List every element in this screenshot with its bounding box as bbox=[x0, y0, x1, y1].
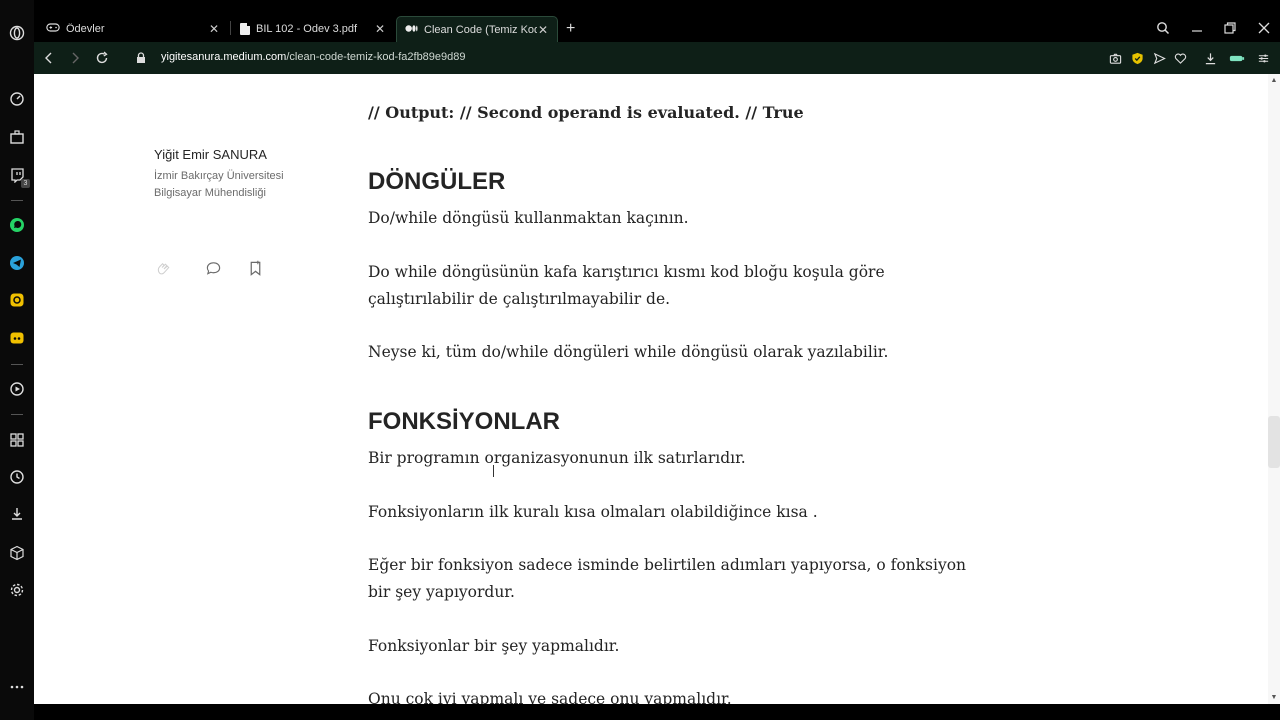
back-icon[interactable] bbox=[41, 50, 57, 66]
window-top-strip bbox=[0, 0, 1280, 14]
heading-loops: DÖNGÜLER bbox=[368, 168, 506, 195]
paragraph: Do while döngüsünün kafa karıştırıcı kıs… bbox=[368, 263, 885, 281]
author-panel: Yiğit Emir SANURA İzmir Bakırçay Ünivers… bbox=[154, 147, 284, 202]
restore-icon[interactable] bbox=[1215, 14, 1245, 42]
workspaces-icon[interactable] bbox=[8, 431, 26, 449]
bookmark-icon[interactable] bbox=[246, 259, 264, 277]
paragraph: Eğer bir fonksiyon sadece isminde belirt… bbox=[368, 556, 967, 574]
close-tab-icon[interactable]: ✕ bbox=[208, 22, 220, 36]
medium-icon bbox=[405, 24, 418, 36]
twitch-icon[interactable]: 3 bbox=[8, 166, 30, 188]
url-path: /clean-code-temiz-kod-fa2fb89e9d89 bbox=[286, 51, 466, 63]
author-bio-line: İzmir Bakırçay Üniversitesi bbox=[154, 170, 284, 182]
easy-setup-icon[interactable] bbox=[1256, 51, 1270, 65]
bookmark-heart-icon[interactable] bbox=[1173, 51, 1187, 65]
tab-label: BIL 102 - Odev 3.pdf bbox=[256, 23, 358, 35]
comment-icon[interactable] bbox=[204, 259, 222, 277]
instagram-icon[interactable] bbox=[8, 291, 26, 309]
minimize-icon[interactable] bbox=[1182, 14, 1212, 42]
code-output-line: // Output: // Second operand is evaluate… bbox=[368, 103, 804, 122]
paragraph: Neyse ki, tüm do/while döngüleri while d… bbox=[368, 343, 889, 361]
tab-search-icon[interactable] bbox=[1148, 14, 1178, 42]
extensions-icon[interactable] bbox=[8, 544, 26, 562]
sidebar-divider bbox=[11, 364, 23, 365]
paragraph: Onu çok iyi yapmalı ve sadece onu yapmal… bbox=[368, 690, 732, 704]
speed-dial-icon[interactable] bbox=[8, 90, 26, 108]
close-tab-icon[interactable]: ✕ bbox=[374, 22, 386, 36]
paragraph: Fonksiyonlar bir şey yapmalıdır. bbox=[368, 637, 620, 655]
scrollbar-thumb[interactable] bbox=[1268, 416, 1280, 468]
reload-icon[interactable] bbox=[94, 50, 110, 66]
forward-icon[interactable] bbox=[67, 50, 83, 66]
close-tab-icon[interactable]: ✕ bbox=[537, 23, 549, 37]
settings-icon[interactable] bbox=[8, 581, 26, 599]
player-icon[interactable] bbox=[8, 380, 26, 398]
opera-logo-icon[interactable] bbox=[8, 24, 26, 42]
sidebar-divider bbox=[11, 414, 23, 415]
window-bottom-strip bbox=[34, 704, 1280, 720]
snapshot-icon[interactable] bbox=[1108, 51, 1122, 65]
tab-clean-code[interactable]: Clean Code (Temiz Kod). Te ✕ bbox=[396, 16, 558, 42]
downloads-icon[interactable] bbox=[8, 505, 26, 523]
text-cursor bbox=[493, 465, 494, 477]
briefcase-icon[interactable] bbox=[8, 128, 26, 146]
send-icon[interactable] bbox=[1152, 51, 1166, 65]
tab-bar: Ödevler ✕ BIL 102 - Odev 3.pdf ✕ Clean C… bbox=[34, 14, 1280, 42]
lock-icon[interactable] bbox=[133, 50, 149, 66]
game-controller-icon bbox=[46, 22, 60, 36]
scroll-down-arrow-icon[interactable]: ▼ bbox=[1270, 694, 1278, 701]
sidebar-divider bbox=[11, 200, 23, 201]
battery-saver-icon[interactable] bbox=[1228, 51, 1246, 65]
tab-divider bbox=[230, 21, 231, 35]
history-icon[interactable] bbox=[8, 468, 26, 486]
address-bar: yigitesanura.medium.com/clean-code-temiz… bbox=[34, 42, 1280, 74]
url-host: yigitesanura.medium.com bbox=[161, 51, 287, 63]
author-name[interactable]: Yiğit Emir SANURA bbox=[154, 147, 284, 162]
new-tab-button[interactable]: + bbox=[562, 16, 584, 42]
twitch-badge: 3 bbox=[21, 179, 30, 188]
author-bio-line: Bilgisayar Mühendisliği bbox=[154, 187, 266, 199]
more-icon[interactable] bbox=[8, 678, 26, 696]
tab-bil102-pdf[interactable]: BIL 102 - Odev 3.pdf ✕ bbox=[232, 16, 394, 42]
discord-icon[interactable] bbox=[8, 329, 26, 347]
tab-label: Ödevler bbox=[66, 23, 105, 35]
paragraph: Fonksiyonların ilk kuralı kısa olmaları … bbox=[368, 503, 818, 521]
scroll-up-arrow-icon[interactable]: ▲ bbox=[1270, 77, 1278, 84]
download-icon[interactable] bbox=[1203, 51, 1217, 65]
paragraph: Do/while döngüsü kullanmaktan kaçının. bbox=[368, 209, 689, 227]
clap-icon[interactable] bbox=[154, 259, 172, 277]
paragraph: çalıştırılabilir de çalıştırılmayabilir … bbox=[368, 290, 671, 308]
scrollbar-track[interactable] bbox=[1268, 74, 1280, 704]
telegram-icon[interactable] bbox=[8, 254, 26, 272]
document-icon bbox=[240, 23, 250, 35]
browser-sidebar: 3 bbox=[0, 0, 34, 720]
ad-blocker-shield-icon[interactable] bbox=[1130, 51, 1144, 65]
url-field[interactable]: yigitesanura.medium.com/clean-code-temiz… bbox=[161, 51, 466, 63]
paragraph: Bir programın organizasyonunun ilk satır… bbox=[368, 449, 746, 467]
tab-label: Clean Code (Temiz Kod). Te bbox=[424, 23, 537, 36]
paragraph: bir şey yapıyordur. bbox=[368, 583, 515, 601]
page-viewport: Yiğit Emir SANURA İzmir Bakırçay Ünivers… bbox=[34, 74, 1268, 704]
whatsapp-icon[interactable] bbox=[8, 216, 26, 234]
tab-odevler[interactable]: Ödevler ✕ bbox=[38, 16, 228, 42]
heading-functions: FONKSİYONLAR bbox=[368, 408, 560, 435]
close-window-icon[interactable] bbox=[1249, 14, 1279, 42]
